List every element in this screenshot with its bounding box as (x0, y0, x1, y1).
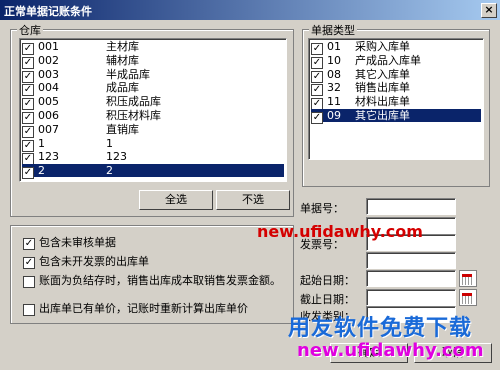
option-checkbox[interactable] (23, 276, 35, 288)
warehouse-code: 006 (38, 109, 59, 122)
end-date-field[interactable] (366, 289, 456, 306)
warehouse-code: 003 (38, 67, 59, 81)
deselect-all-button[interactable]: 不选 (216, 190, 290, 210)
warehouse-list-item[interactable]: ✓ 005 积压成品库 (22, 95, 284, 111)
warehouse-list-item[interactable]: ✓ 002 辅材库 (22, 53, 284, 69)
option-label: 出库单已有单价，记账时重新计算出库单价 (39, 302, 248, 315)
doc-type-list-item[interactable]: ✓ 08 其它入库单 (311, 67, 481, 83)
start-date-field[interactable] (366, 270, 456, 287)
doc-type-name: 材料出库单 (355, 95, 410, 109)
doc-type-code: 32 (327, 81, 341, 95)
option-checkbox[interactable] (23, 304, 35, 316)
doc-type-list-item[interactable]: ✓ 32 销售出库单 (311, 81, 481, 97)
doc-type-name: 产成品入库单 (355, 53, 421, 67)
warehouse-list-item[interactable]: ✓ 1 1 (22, 136, 284, 152)
start-date-label: 起始日期： (300, 274, 355, 287)
warehouse-name: 积压材料库 (106, 109, 161, 122)
doc-type-name: 销售出库单 (355, 81, 410, 95)
doc-type-code: 10 (327, 53, 341, 67)
warehouse-name: 主材库 (106, 40, 139, 53)
doc-type-label: 单据类型 (309, 22, 357, 38)
option-label: 包含未审核单据 (39, 236, 116, 249)
warehouse-list-item[interactable]: ✓ 001 主材库 (22, 40, 284, 55)
doc-type-name: 其它入库单 (355, 67, 410, 81)
doc-type-list[interactable]: ✓ 01 采购入库单 ✓ 10 产成品入库单 ✓ 08 其它入库单 ✓ 32 销售出库单 ✓ 11 材料出库… (308, 38, 484, 160)
doc-no-field[interactable] (366, 198, 456, 215)
watermark-url-top: new.ufidawhy.com (257, 222, 423, 241)
start-date-calendar-icon[interactable] (459, 270, 477, 287)
doc-type-code: 09 (327, 109, 341, 122)
warehouse-name: 1 (106, 136, 113, 150)
doc-type-code: 11 (327, 95, 341, 109)
warehouse-code: 005 (38, 95, 59, 109)
warehouse-name: 直销库 (106, 122, 139, 136)
warehouse-code: 007 (38, 122, 59, 136)
option-label: 包含未开发票的出库单 (39, 255, 149, 268)
warehouse-label: 仓库 (17, 22, 43, 38)
watermark-url-bottom: new.ufidawhy.com (297, 340, 484, 361)
warehouse-name: 123 (106, 150, 127, 164)
option-label: 账面为负结存时，销售出库成本取销售发票金额。 (39, 274, 281, 287)
doc-type-list-item[interactable]: ✓ 01 采购入库单 (311, 40, 481, 55)
warehouse-list-item[interactable]: ✓ 003 半成品库 (22, 67, 284, 83)
doc-type-code: 01 (327, 40, 341, 53)
option-checkbox[interactable]: ✓ (23, 257, 35, 269)
warehouse-list-item[interactable]: ✓ 006 积压材料库 (22, 109, 284, 124)
doc-type-list-item[interactable]: ✓ 09 其它出库单 (311, 109, 481, 124)
warehouse-list-item[interactable]: ✓ 2 2 (22, 164, 284, 180)
warehouse-list-item[interactable]: ✓ 004 成品库 (22, 81, 284, 97)
doc-type-list-item[interactable]: ✓ 11 材料出库单 (311, 95, 481, 111)
warehouse-checkbox[interactable]: ✓ (22, 167, 34, 180)
window-title: 正常单据记账条件 (4, 5, 92, 18)
warehouse-code: 123 (38, 150, 59, 164)
doc-no-label: 单据号： (300, 202, 344, 215)
warehouse-name: 辅材库 (106, 53, 139, 67)
close-button[interactable]: × (481, 3, 497, 18)
warehouse-group: 仓库 ✓ 001 主材库 ✓ 002 辅材库 ✓ 003 半成品库 ✓ 004 成品库 ✓ 005 积压成品… (10, 22, 294, 217)
doc-type-checkbox[interactable]: ✓ (311, 112, 323, 124)
watermark-brand: 用友软件免费下载 (288, 316, 473, 341)
warehouse-code: 001 (38, 40, 59, 53)
select-all-button[interactable]: 全选 (139, 190, 213, 210)
end-date-calendar-icon[interactable] (459, 289, 477, 306)
end-date-label: 截止日期： (300, 293, 355, 306)
warehouse-name: 2 (106, 164, 113, 178)
warehouse-name: 积压成品库 (106, 95, 161, 109)
doc-type-name: 其它出库单 (355, 109, 410, 122)
warehouse-code: 004 (38, 81, 59, 95)
title-bar: 正常单据记账条件 × (0, 0, 500, 20)
warehouse-code: 2 (38, 164, 45, 178)
doc-type-name: 采购入库单 (355, 40, 410, 53)
warehouse-list-item[interactable]: ✓ 123 123 (22, 150, 284, 166)
warehouse-code: 1 (38, 136, 45, 150)
invoice-no-field-2[interactable] (366, 252, 456, 269)
warehouse-code: 002 (38, 53, 59, 67)
warehouse-list[interactable]: ✓ 001 主材库 ✓ 002 辅材库 ✓ 003 半成品库 ✓ 004 成品库 ✓ 005 积压成品库 ✓ 0… (19, 38, 287, 182)
doc-type-list-item[interactable]: ✓ 10 产成品入库单 (311, 53, 481, 69)
options-group: ✓ 包含未审核单据 ✓ 包含未开发票的出库单账面为负结存时，销售出库成本取销售发票金额… (10, 225, 294, 324)
doc-type-code: 08 (327, 67, 341, 81)
option-checkbox[interactable]: ✓ (23, 238, 35, 250)
doc-type-group: 单据类型 ✓ 01 采购入库单 ✓ 10 产成品入库单 ✓ 08 其它入库单 ✓ 32 销售出库单 ✓ 1… (302, 22, 490, 187)
warehouse-name: 成品库 (106, 81, 139, 95)
warehouse-list-item[interactable]: ✓ 007 直销库 (22, 122, 284, 138)
warehouse-name: 半成品库 (106, 67, 150, 81)
